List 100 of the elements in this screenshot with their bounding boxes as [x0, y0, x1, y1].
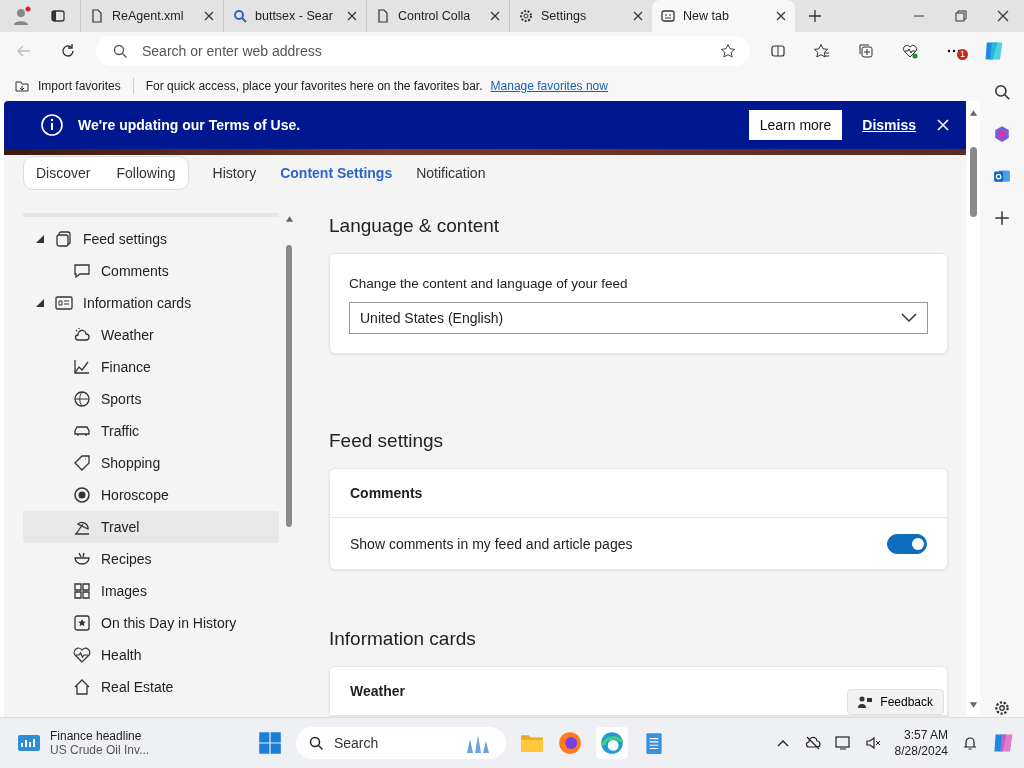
windows-start-icon[interactable]: [257, 731, 282, 756]
tree-item[interactable]: Real Estate: [23, 671, 279, 704]
close-tab-icon[interactable]: [489, 10, 501, 22]
scroll-up-icon[interactable]: [284, 215, 294, 224]
gear-icon: [518, 8, 534, 24]
taskbar-search-bar[interactable]: Search: [295, 727, 506, 760]
collections-icon[interactable]: [858, 42, 874, 59]
tree-item[interactable]: On this Day in History: [23, 607, 279, 640]
notification-badge: 1: [957, 48, 968, 60]
tab-title: Settings: [541, 9, 588, 23]
tree-item[interactable]: Sports: [23, 383, 279, 416]
speaker-muted-icon[interactable]: [864, 735, 881, 752]
tree-item-label: Health: [101, 647, 142, 664]
browser-tab[interactable]: New tab: [652, 0, 795, 32]
banner-message: We're updating our Terms of Use.: [78, 117, 301, 134]
speech-bubble-icon: [73, 262, 91, 281]
card-grid-icon: [55, 294, 73, 313]
tree-item[interactable]: Feed settings: [23, 223, 279, 256]
feedback-button[interactable]: Feedback: [847, 689, 944, 716]
dismiss-link[interactable]: Dismiss: [862, 117, 916, 134]
learn-more-button[interactable]: Learn more: [748, 110, 843, 141]
profile-icon[interactable]: [12, 6, 32, 26]
comments-toggle[interactable]: [887, 533, 927, 554]
search-icon[interactable]: [993, 83, 1011, 102]
swirl-browser-icon[interactable]: [595, 727, 628, 760]
close-tab-icon[interactable]: [203, 10, 215, 22]
collapse-triangle-icon[interactable]: [35, 234, 45, 245]
tree-item[interactable]: Information cards: [23, 287, 279, 320]
collapse-triangle-icon[interactable]: [35, 298, 45, 309]
hexagon-icon[interactable]: [993, 125, 1011, 144]
tree-item-label: Horoscope: [101, 487, 169, 504]
scroll-down-icon[interactable]: [968, 701, 978, 710]
favorites-hint: For quick access, place your favorites here on the favorites bar.: [145, 78, 483, 93]
time-text: 3:57 AM: [902, 727, 948, 744]
tab-title: New tab: [683, 9, 730, 23]
document-icon: [89, 8, 105, 24]
tree-item[interactable]: Travel: [23, 511, 279, 544]
tree-item-label: Comments: [101, 263, 169, 280]
favorites-star-icon[interactable]: [814, 42, 830, 59]
tree-item-label: Finance: [101, 359, 151, 376]
new-tab-icon[interactable]: [807, 8, 823, 24]
tab-title: ReAgent.xml: [112, 9, 185, 23]
setting-label: Change the content and language of your feed: [349, 276, 629, 292]
news-widget[interactable]: Finance headline US Crude Oil Inv...: [18, 729, 150, 758]
add-icon[interactable]: [993, 209, 1011, 228]
bell-icon[interactable]: [962, 735, 978, 752]
tree-item[interactable]: Traffic: [23, 415, 279, 448]
feedback-icon: [858, 695, 873, 710]
refresh-icon[interactable]: [60, 42, 76, 59]
heart-pulse-icon: [73, 646, 91, 665]
tree-item[interactable]: Health: [23, 639, 279, 672]
address-bar[interactable]: Search or enter web address: [96, 35, 750, 66]
tree-item[interactable]: Finance: [23, 351, 279, 384]
scrollbar-thumb[interactable]: [969, 147, 977, 218]
tree-item-label: Traffic: [101, 423, 140, 440]
scroll-up-icon[interactable]: [968, 109, 978, 118]
document-icon: [375, 8, 391, 24]
feed-tab[interactable]: Notification: [416, 165, 486, 182]
address-field[interactable]: Search or enter web address: [140, 41, 708, 60]
split-screen-icon[interactable]: [770, 42, 786, 59]
restore-icon[interactable]: [953, 8, 969, 24]
scrollbar-thumb[interactable]: [286, 245, 292, 528]
settings-icon[interactable]: [993, 699, 1011, 718]
tree-item-label: Feed settings: [83, 231, 168, 248]
clock[interactable]: 3:57 AM 8/28/2024: [894, 727, 948, 760]
taskbar-search-field[interactable]: Search: [331, 734, 436, 753]
import-favorites-button[interactable]: Import favorites: [38, 78, 121, 93]
close-tab-icon[interactable]: [632, 10, 644, 22]
close-tab-icon[interactable]: [775, 10, 787, 22]
tab-actions-icon[interactable]: [50, 8, 66, 24]
monitor-icon[interactable]: [834, 735, 851, 752]
tab-title: buttsex - Sear: [255, 9, 334, 23]
tree-item-label: Recipes: [101, 551, 152, 568]
search-icon: [112, 42, 128, 59]
tree-item[interactable]: Recipes: [23, 543, 279, 576]
language-dropdown[interactable]: United States (English): [349, 302, 928, 335]
feed-tab[interactable]: Discover: [36, 165, 91, 182]
manage-favorites-link[interactable]: Manage favorites now: [490, 78, 608, 93]
new-tab-icon: [660, 8, 676, 24]
star-icon[interactable]: [720, 42, 736, 59]
tree-item-label: Weather: [101, 327, 154, 344]
close-icon[interactable]: [995, 8, 1011, 24]
cloud-off-icon[interactable]: [804, 735, 821, 752]
heartbeat-icon[interactable]: [902, 42, 918, 59]
close-icon[interactable]: [936, 118, 950, 133]
tree-item-label: Sports: [101, 391, 142, 408]
tree-item[interactable]: Horoscope: [23, 479, 279, 512]
tree-item[interactable]: Weather: [23, 319, 279, 352]
tab-title: Control Colla: [398, 9, 472, 23]
close-tab-icon[interactable]: [346, 10, 358, 22]
tree-item-label: Real Estate: [101, 679, 174, 696]
tree-item-label: Images: [101, 583, 147, 600]
widget-title: Finance headline: [50, 729, 143, 744]
feed-tab[interactable]: History: [212, 165, 257, 182]
tree-item[interactable]: Shopping: [23, 447, 279, 480]
house-icon: [73, 678, 91, 697]
tree-item[interactable]: Images: [23, 575, 279, 608]
tree-item[interactable]: Comments: [23, 255, 279, 288]
feed-tab[interactable]: Content Settings: [280, 165, 393, 182]
feed-tab[interactable]: Following: [116, 165, 176, 182]
